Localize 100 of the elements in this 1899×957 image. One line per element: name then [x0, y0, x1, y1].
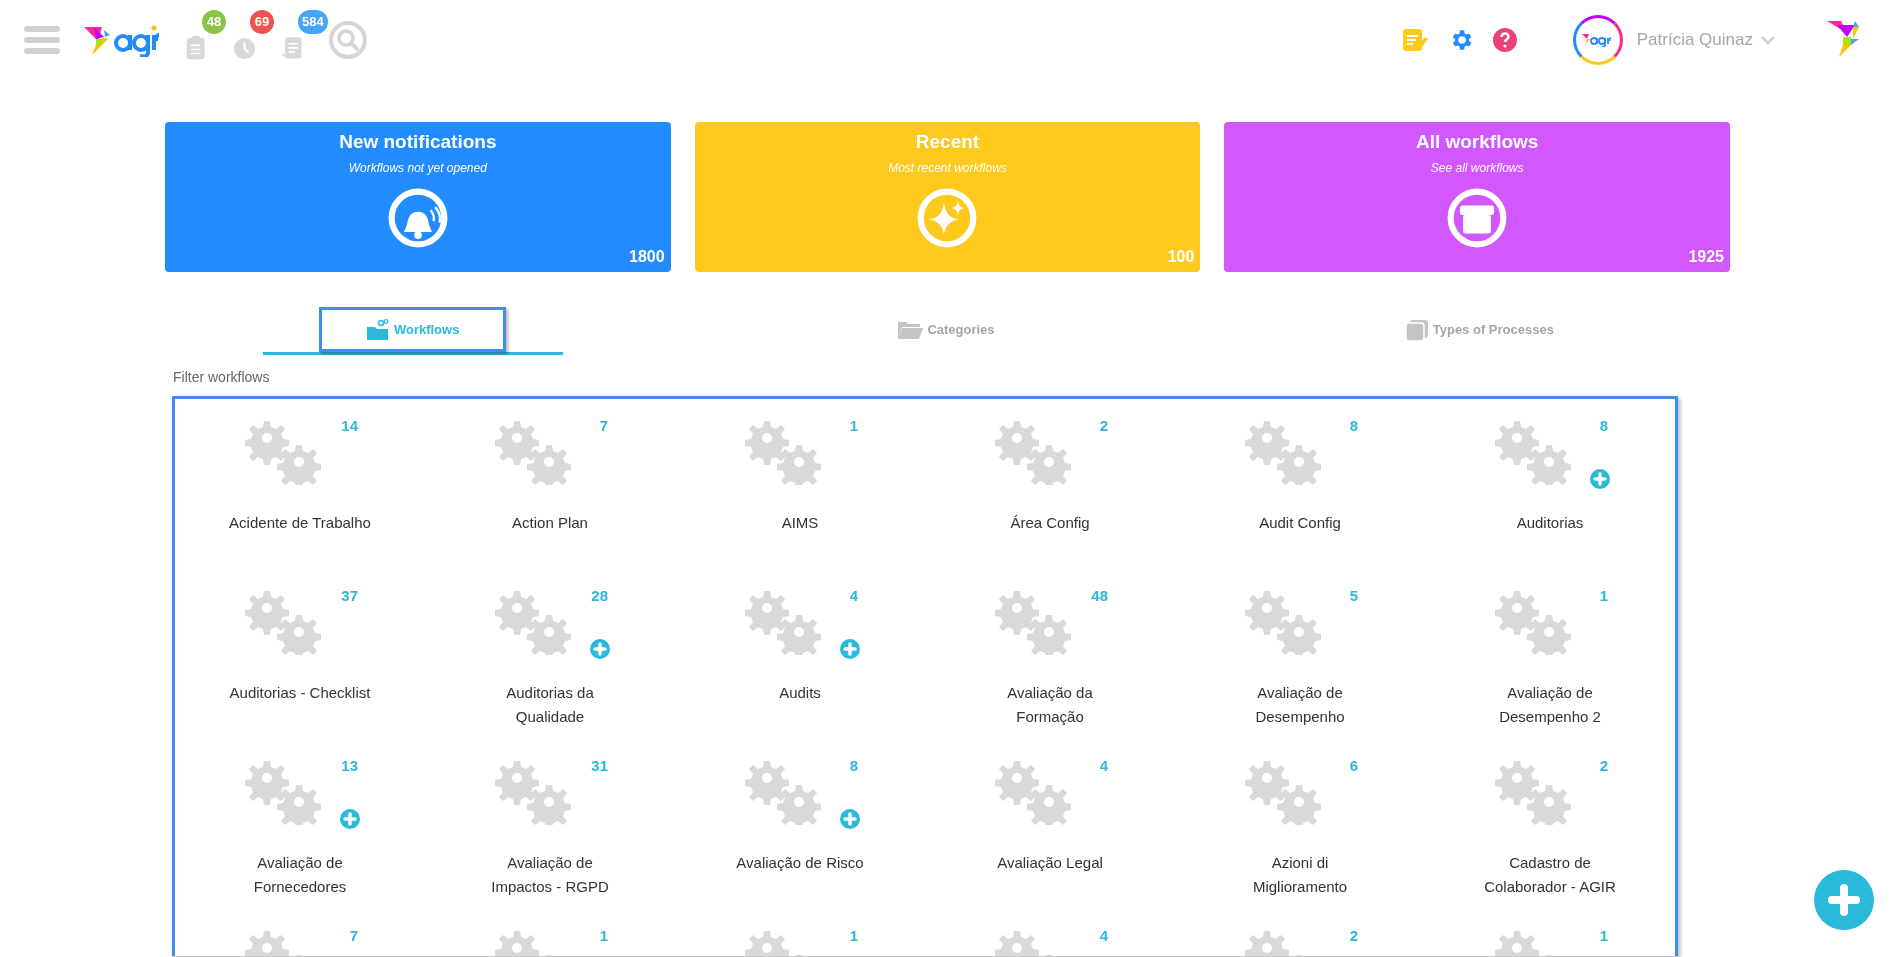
- workflow-item[interactable]: 28 Auditorias da Qualidade: [425, 569, 675, 739]
- count-label: 28: [591, 586, 608, 606]
- count-label: 14: [341, 416, 358, 436]
- folder-gears-icon: [365, 318, 390, 341]
- gears-icon: [244, 759, 324, 825]
- count-label: 7: [599, 416, 608, 436]
- workflow-label: Audit Config: [1258, 513, 1342, 533]
- workflow-label: Azioni di Miglioramento: [1251, 853, 1349, 897]
- gears-icon: [494, 589, 574, 655]
- count-badge: 48: [202, 10, 226, 34]
- workflow-label: Acidente de Trabalho: [228, 513, 372, 533]
- gears-icon: [1494, 589, 1574, 655]
- count-label: 8: [1349, 416, 1358, 436]
- count-label: 8: [849, 756, 858, 776]
- card-count: 1800: [629, 247, 665, 267]
- count-label: 2: [1599, 756, 1608, 776]
- workflow-item[interactable]: 48 Avaliação da Formação: [925, 569, 1175, 739]
- workflow-item[interactable]: 7 Action Plan: [425, 399, 675, 569]
- card-title: Recent: [915, 130, 980, 154]
- card-subtitle: Most recent workflows: [888, 160, 1007, 177]
- count-label: 4: [849, 586, 858, 606]
- workflow-item[interactable]: 8 Auditorias: [1425, 399, 1675, 569]
- workflow-item[interactable]: 4 Audits: [675, 569, 925, 739]
- workflow-item[interactable]: 8 Audit Config: [1175, 399, 1425, 569]
- count-label: 2: [1349, 926, 1358, 946]
- workflow-label: Action Plan: [511, 513, 589, 533]
- count-label: 13: [341, 756, 358, 776]
- card-count: 1925: [1688, 247, 1724, 267]
- box-icon: [1446, 187, 1509, 249]
- plus-circle-icon[interactable]: [590, 639, 610, 659]
- folder-icon: [897, 319, 924, 340]
- chevron-down-icon: [1761, 35, 1775, 45]
- count-label: 1: [1599, 926, 1608, 946]
- workflow-label: Audits: [778, 683, 822, 703]
- count-label: 8: [1599, 416, 1608, 436]
- search-icon[interactable]: [328, 20, 368, 60]
- agir-logo[interactable]: [84, 23, 162, 57]
- count-label: 1: [849, 926, 858, 946]
- workflow-label: AIMS: [780, 513, 820, 533]
- count-label: 4: [1099, 756, 1108, 776]
- bell-icon: [386, 187, 449, 249]
- count-label: 1: [1599, 586, 1608, 606]
- sparkle-icon: [916, 187, 979, 249]
- plus-circle-icon[interactable]: [840, 809, 860, 829]
- workflow-item[interactable]: 31 Avaliação de Impactos - RGPD: [425, 739, 675, 909]
- gears-icon: [744, 419, 824, 485]
- card-title: All workflows: [1415, 130, 1539, 154]
- plus-circle-icon[interactable]: [1590, 469, 1610, 489]
- gears-icon: [244, 589, 324, 655]
- workflow-item[interactable]: 37 Auditorias - Checklist: [175, 569, 425, 739]
- workflow-label: Avaliação da Formação: [1006, 683, 1094, 727]
- workflow-item[interactable]: 5 Avaliação de Desempenho: [1175, 569, 1425, 739]
- count-label: 4: [1099, 926, 1108, 946]
- gears-icon: [1494, 759, 1574, 825]
- count-label: 5: [1349, 586, 1358, 606]
- workflow-label: Área Config: [1009, 513, 1091, 533]
- gears-icon: [1244, 419, 1324, 485]
- workflow-item[interactable]: 13 Avaliação de Fornecedores: [175, 739, 425, 909]
- copy-icon: [1404, 318, 1429, 341]
- workflow-item[interactable]: 14 Acidente de Trabalho: [175, 399, 425, 569]
- workflow-item[interactable]: 8 Avaliação de Risco: [675, 739, 925, 909]
- menu-icon[interactable]: [24, 25, 60, 55]
- add-button[interactable]: [1814, 870, 1874, 930]
- count-label: 31: [591, 756, 608, 776]
- workflow-item[interactable]: 2 Área Config: [925, 399, 1175, 569]
- workflow-label: Avaliação de Desempenho: [1254, 683, 1346, 727]
- count-badge: 69: [250, 10, 274, 34]
- workflow-label: Avaliação de Desempenho 2: [1498, 683, 1602, 727]
- workflow-item[interactable]: 4 Avaliação Legal: [925, 739, 1175, 909]
- plus-circle-icon[interactable]: [340, 809, 360, 829]
- gears-icon: [494, 759, 574, 825]
- workflow-item[interactable]: 2 Cadastro de Colaborador - AGIR: [1425, 739, 1675, 909]
- gears-icon: [994, 589, 1074, 655]
- notepad-icon[interactable]: [1401, 27, 1428, 53]
- gears-icon: [1244, 759, 1324, 825]
- workflow-item[interactable]: 1 AIMS: [675, 399, 925, 569]
- card-subtitle: Workflows not yet opened: [348, 160, 487, 177]
- gears-icon: [994, 759, 1074, 825]
- gears-icon: [494, 419, 574, 485]
- gears-icon: [744, 589, 824, 655]
- gears-icon: [744, 759, 824, 825]
- count-label: 7: [349, 926, 358, 946]
- plus-circle-icon[interactable]: [840, 639, 860, 659]
- workflow-label: Avaliação de Fornecedores: [252, 853, 348, 897]
- card-count: 100: [1167, 247, 1195, 267]
- card-subtitle: See all workflows: [1430, 160, 1524, 177]
- workflow-label: Avaliação de Risco: [735, 853, 865, 873]
- help-icon[interactable]: [1492, 28, 1517, 52]
- workflow-label: Auditorias: [1515, 513, 1585, 533]
- workflow-label: Auditorias - Checklist: [228, 683, 372, 703]
- user-avatar[interactable]: [1572, 15, 1623, 65]
- workflow-item[interactable]: 6 Azioni di Miglioramento: [1175, 739, 1425, 909]
- gears-icon: [244, 419, 324, 485]
- workflow-item[interactable]: 1 Avaliação de Desempenho 2: [1425, 569, 1675, 739]
- gears-icon: [994, 419, 1074, 485]
- count-label: 1: [599, 926, 608, 946]
- plus-icon: [1827, 883, 1861, 917]
- count-label: 6: [1349, 756, 1358, 776]
- workflow-label: Auditorias da Qualidade: [505, 683, 595, 727]
- count-label: 2: [1099, 416, 1108, 436]
